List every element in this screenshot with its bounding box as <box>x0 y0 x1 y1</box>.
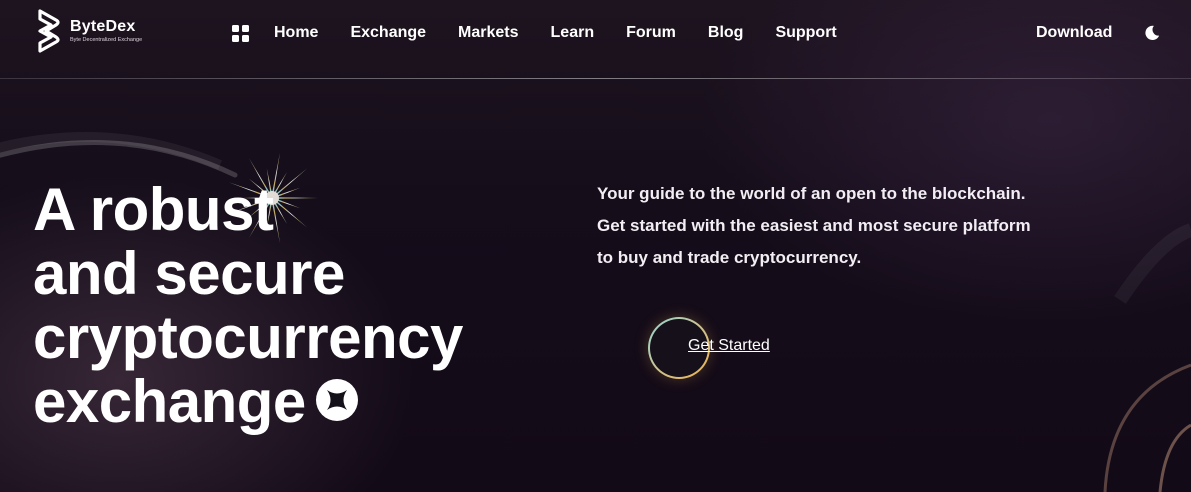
brand-tagline: Byte Decentralized Exchange <box>70 37 143 43</box>
description-line-2: Get started with the easiest and most se… <box>597 216 1031 235</box>
headline-line-3: cryptocurrency <box>33 304 463 371</box>
logo-text: ByteDex Byte Decentralized Exchange <box>70 18 142 44</box>
nav-item-forum[interactable]: Forum <box>626 22 676 44</box>
nav-item-learn[interactable]: Learn <box>551 22 595 44</box>
nav-item-support[interactable]: Support <box>775 22 836 44</box>
brand-name: ByteDex <box>70 18 136 35</box>
download-link[interactable]: Download <box>1036 22 1112 44</box>
nav-item-exchange[interactable]: Exchange <box>350 22 426 44</box>
main-nav: Home Exchange Markets Learn Forum Blog S… <box>274 22 869 44</box>
nav-item-home[interactable]: Home <box>274 22 318 44</box>
get-started-button[interactable]: Get Started <box>688 336 770 356</box>
headline-line-4-wrap: exchange <box>33 370 553 434</box>
headline-line-4: exchange <box>33 368 306 435</box>
description-line-1: Your guide to the world of an open to th… <box>597 184 1026 203</box>
grid-icon[interactable] <box>232 25 249 42</box>
nav-item-blog[interactable]: Blog <box>708 22 744 44</box>
bytedex-logo-icon <box>38 9 60 53</box>
top-navbar: ByteDex Byte Decentralized Exchange Home… <box>0 0 1191 78</box>
nav-item-markets[interactable]: Markets <box>458 22 518 44</box>
description-line-3: to buy and trade cryptocurrency. <box>597 248 862 267</box>
headline-line-1: A robust <box>33 176 274 243</box>
headline-line-2: and secure <box>33 240 345 307</box>
sparkle-x-icon <box>315 379 358 422</box>
brand-logo[interactable]: ByteDex Byte Decentralized Exchange <box>34 8 142 54</box>
landing-page: ByteDex Byte Decentralized Exchange Home… <box>0 0 1191 492</box>
hero-headline: A robust and secure cryptocurrency excha… <box>33 178 553 434</box>
hero-description: Your guide to the world of an open to th… <box>597 178 1117 274</box>
moon-icon[interactable] <box>1143 24 1161 42</box>
header-divider <box>0 78 1191 79</box>
